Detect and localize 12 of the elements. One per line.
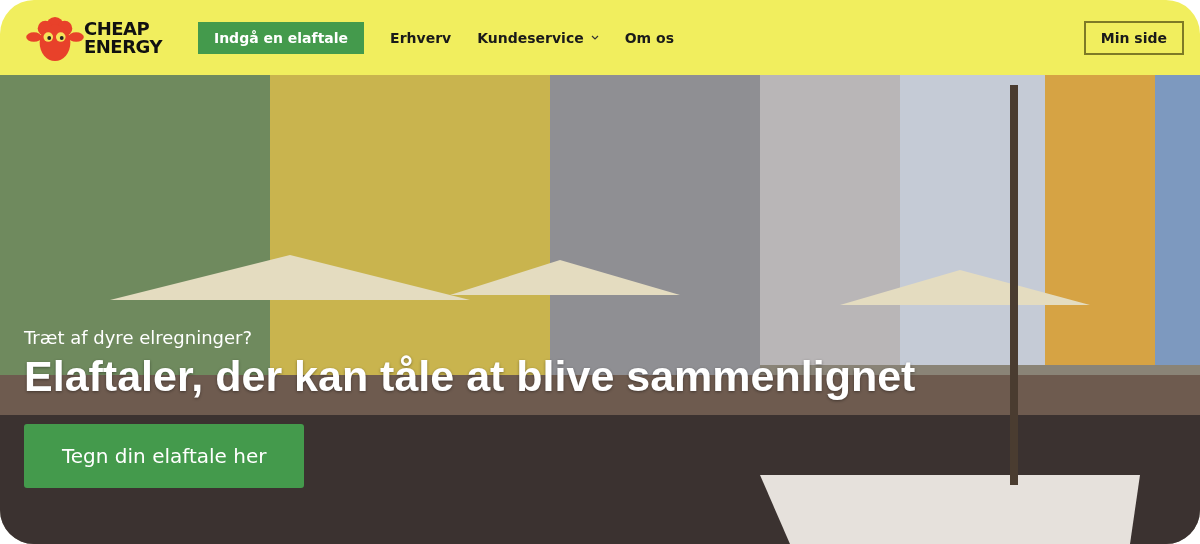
chevron-down-icon [590, 35, 599, 40]
my-page-button[interactable]: Min side [1083, 20, 1184, 55]
sign-up-button[interactable]: Tegn din elaftale her [24, 424, 305, 488]
nav-dropdown[interactable]: Kundeservice [477, 29, 599, 46]
logo-text: CHEAP [84, 19, 151, 38]
nav-link[interactable]: Om os [624, 29, 675, 46]
nav-cta-button[interactable]: Indgå en elaftale [197, 21, 365, 54]
logo[interactable]: CHEAP ENERGY [26, 13, 162, 62]
hero-heading: Elaftaler, der kan tåle at blive sammenlignet [24, 351, 916, 402]
hero-subtitle: Træt af dyre elregninger? [24, 327, 253, 348]
logo-text: ENERGY [84, 37, 162, 56]
nav-link[interactable]: Erhverv [390, 29, 452, 46]
